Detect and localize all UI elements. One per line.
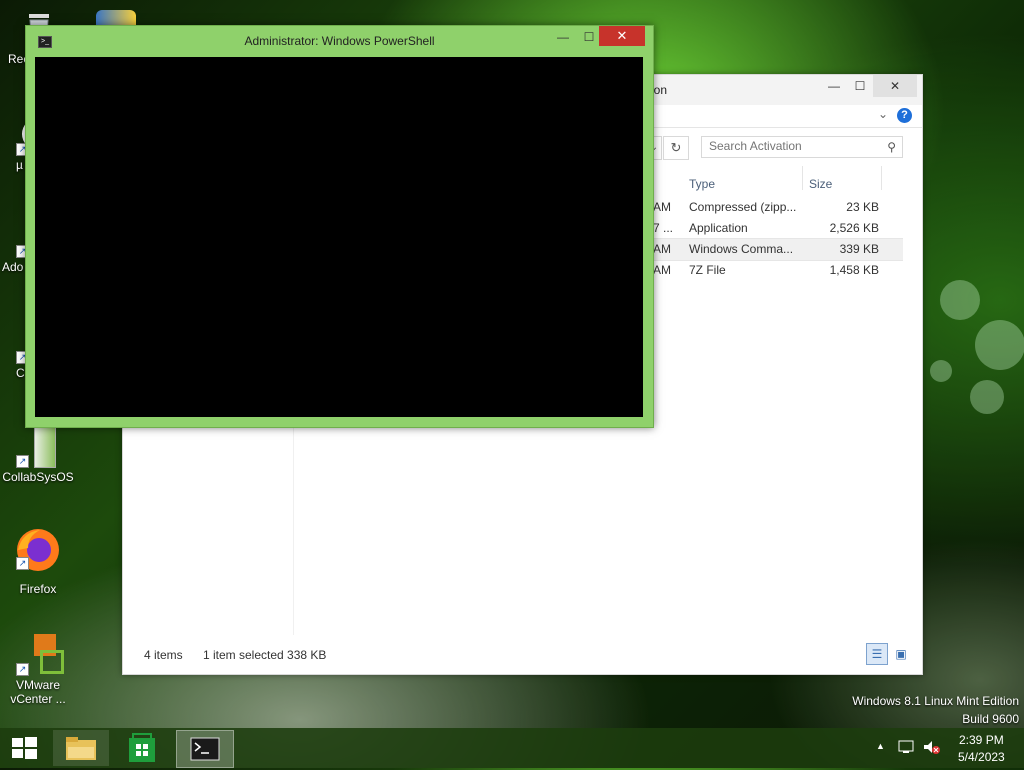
wallpaper-bokeh xyxy=(940,280,980,320)
file-date: 7 ... xyxy=(653,221,674,235)
desktop-icon-collabsysos[interactable]: ↗ CollabSysOS xyxy=(2,426,74,484)
column-divider xyxy=(881,166,882,190)
powershell-title: Administrator: Windows PowerShell xyxy=(244,34,435,48)
wallpaper-bokeh xyxy=(970,380,1004,414)
close-button[interactable]: ✕ xyxy=(873,75,917,97)
selection-info: 1 item selected 338 KB xyxy=(203,648,327,662)
search-icon: ⚲ xyxy=(887,140,896,154)
file-size: 339 KB xyxy=(839,242,879,256)
edition-text: Windows 8.1 Linux Mint Edition xyxy=(852,694,1019,708)
file-date: AM xyxy=(653,200,671,214)
clock-date[interactable]: 5/4/2023 xyxy=(958,750,1005,764)
file-row[interactable]: AM Compressed (zipp... 23 KB xyxy=(647,197,879,218)
windows-logo-icon xyxy=(12,737,37,759)
file-size: 1,458 KB xyxy=(829,263,879,277)
taskbar-powershell[interactable] xyxy=(176,730,234,768)
minimize-button[interactable]: — xyxy=(823,75,845,97)
help-icon[interactable]: ? xyxy=(897,108,912,123)
start-button[interactable] xyxy=(4,732,44,764)
search-box[interactable]: ⚲ xyxy=(701,136,903,158)
show-hidden-icons-icon[interactable]: ▲ xyxy=(876,741,885,751)
maximize-button[interactable]: ☐ xyxy=(578,26,600,48)
windows-edition-watermark: Windows 8.1 Linux Mint Edition Build 960… xyxy=(852,692,1019,728)
collabsysos-icon: ↗ xyxy=(16,426,58,468)
file-row-selected[interactable]: AM Windows Comma... 339 KB xyxy=(647,238,903,261)
store-icon xyxy=(129,733,155,762)
powershell-icon[interactable]: >_ xyxy=(38,36,52,48)
build-text: Build 9600 xyxy=(962,712,1019,726)
file-type: Application xyxy=(689,221,748,235)
column-divider xyxy=(802,166,803,190)
file-size: 2,526 KB xyxy=(829,221,879,235)
wallpaper-bokeh xyxy=(930,360,952,382)
console-area[interactable] xyxy=(35,57,643,417)
details-view-icon[interactable]: ☰ xyxy=(866,643,888,665)
powershell-window[interactable]: Administrator: Windows PowerShell >_ — ☐… xyxy=(25,25,654,428)
terminal-icon xyxy=(190,737,220,761)
taskbar-store[interactable] xyxy=(115,730,171,766)
refresh-button[interactable]: ↻ xyxy=(663,136,689,160)
file-row[interactable]: AM 7Z File 1,458 KB xyxy=(647,260,879,281)
vmware-icon: ↗ xyxy=(16,634,64,676)
file-type: Windows Comma... xyxy=(689,242,794,256)
shortcut-arrow-icon: ↗ xyxy=(16,455,29,468)
file-date: AM xyxy=(653,242,671,256)
desktop-icon-firefox[interactable]: ↗ Firefox xyxy=(2,528,74,596)
file-type: Compressed (zipp... xyxy=(689,200,797,214)
network-icon[interactable] xyxy=(898,739,914,758)
search-input[interactable] xyxy=(702,137,877,155)
file-type: 7Z File xyxy=(689,263,726,277)
desktop-icon-vmware[interactable]: ↗ VMware vCenter ... xyxy=(2,634,74,706)
maximize-button[interactable]: ☐ xyxy=(849,75,871,97)
large-icons-view-icon[interactable]: ▣ xyxy=(890,643,912,665)
folder-icon xyxy=(66,737,96,760)
clock-time[interactable]: 2:39 PM xyxy=(959,733,1004,747)
minimize-button[interactable]: — xyxy=(552,26,574,48)
desktop-icon-label: VMware vCenter ... xyxy=(10,678,66,706)
status-bar: 4 items 1 item selected 338 KB xyxy=(123,638,922,674)
file-date: AM xyxy=(653,263,671,277)
firefox-icon: ↗ xyxy=(16,528,59,571)
chevron-down-icon[interactable]: ⌄ xyxy=(878,107,888,121)
volume-muted-icon[interactable] xyxy=(922,739,940,758)
item-count: 4 items xyxy=(144,648,183,662)
shortcut-arrow-icon: ↗ xyxy=(16,663,29,676)
file-row[interactable]: 7 ... Application 2,526 KB xyxy=(647,218,879,239)
column-header-size[interactable]: Size xyxy=(809,172,832,196)
taskbar-file-explorer[interactable] xyxy=(53,730,109,766)
shortcut-arrow-icon: ↗ xyxy=(16,557,29,570)
wallpaper-bokeh xyxy=(975,320,1024,370)
navigation-pane-divider[interactable] xyxy=(293,425,294,635)
column-header-type[interactable]: Type xyxy=(689,172,715,196)
close-button[interactable]: ✕ xyxy=(599,26,645,46)
desktop-icon-label: CollabSysOS xyxy=(2,470,74,484)
desktop-icon-label: Firefox xyxy=(19,582,57,596)
file-size: 23 KB xyxy=(846,200,879,214)
taskbar: ▲ 2:39 PM 5/4/2023 xyxy=(0,728,1024,768)
